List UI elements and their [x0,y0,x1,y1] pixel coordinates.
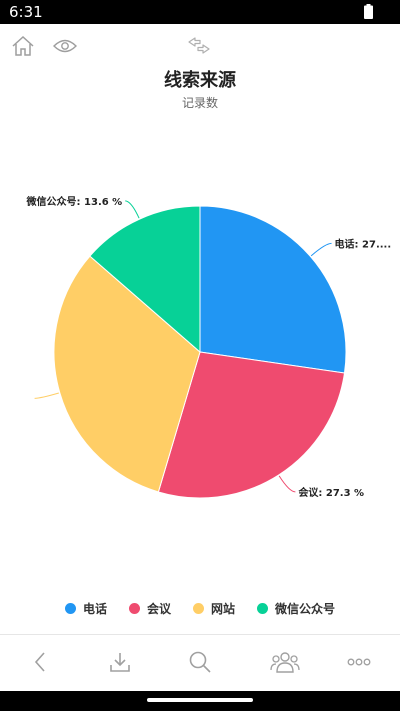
people-button[interactable] [269,647,301,677]
swap-button[interactable] [186,33,212,59]
chevron-left-icon [34,652,45,672]
status-time: 6:31 [9,3,43,21]
data-label-meeting: 会议: 27.3 % [298,486,364,499]
legend-label: 微信公众号 [275,601,336,616]
screen: 6:31 线索来源 记录数 电话: 27.... 会议: 27.3 % 微信公众号:… [0,0,400,711]
chart-title: 线索来源 [164,70,236,91]
bottom-toolbar [0,634,400,691]
legend-item-wechat[interactable]: 微信公众号 [257,600,335,617]
swap-arrows-icon [188,37,210,54]
search-icon [189,651,211,673]
download-button[interactable] [104,647,136,677]
status-bar: 6:31 [0,0,400,24]
leader-line-phone [310,242,332,257]
home-button[interactable] [10,33,36,59]
legend-dot [257,602,269,614]
legend-label: 电话 [82,601,107,616]
chart-legend: 电话 会议 网站 微信公众号 [0,596,400,620]
legend-dot [64,602,76,614]
more-icon [347,658,371,666]
leader-line-website [34,392,59,399]
legend-label: 网站 [211,601,236,616]
eye-icon [53,39,77,53]
eye-button[interactable] [52,33,78,59]
legend-dot [193,602,204,614]
leader-line-meeting [278,475,296,493]
data-label-phone: 电话: 27.... [335,237,392,250]
legend-label: 会议 [146,601,171,616]
people-icon [270,652,300,673]
legend-dot [128,602,140,614]
more-button[interactable] [343,647,375,677]
chart-subtitle: 记录数 [181,96,218,110]
home-indicator[interactable] [147,698,253,702]
leader-line-wechat [125,200,140,219]
home-icon [12,35,34,56]
search-button[interactable] [184,647,216,677]
legend-item-meeting[interactable]: 会议 [128,600,171,617]
data-label-wechat: 微信公众号: 13.6 % [26,195,123,208]
back-button[interactable] [24,647,56,677]
legend-item-website[interactable]: 网站 [193,600,235,617]
pie-slice-phone[interactable] [199,205,347,374]
battery-full-icon [364,4,373,19]
system-nav-bar [0,691,400,711]
legend-item-phone[interactable]: 电话 [64,600,107,617]
download-icon [110,653,130,672]
